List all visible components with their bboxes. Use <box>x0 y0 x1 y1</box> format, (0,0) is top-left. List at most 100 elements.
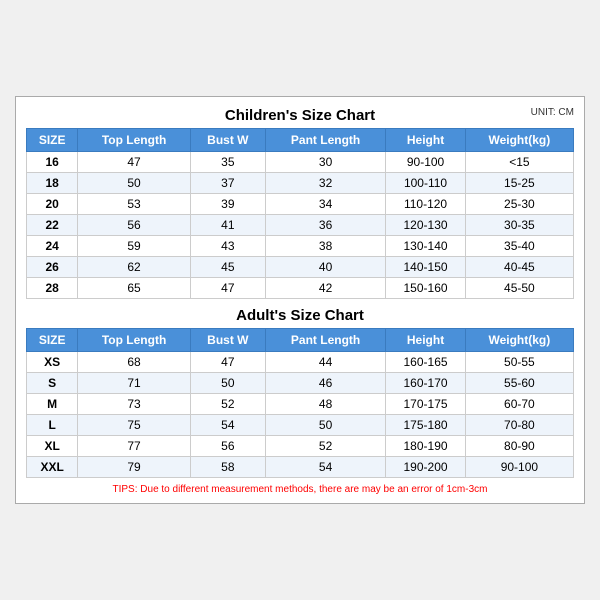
table-cell: M <box>27 394 78 415</box>
table-cell: 55-60 <box>465 373 573 394</box>
table-cell: 65 <box>78 278 191 299</box>
table-cell: 160-165 <box>386 352 465 373</box>
table-cell: 39 <box>190 194 265 215</box>
table-cell: L <box>27 415 78 436</box>
adult-section: Adult's Size Chart SIZE Top Length Bust … <box>26 307 574 478</box>
table-cell: 37 <box>190 173 265 194</box>
children-header-row: SIZE Top Length Bust W Pant Length Heigh… <box>27 129 574 152</box>
table-cell: 25-30 <box>465 194 573 215</box>
children-table-body: 1647353090-100<1518503732100-11015-25205… <box>27 152 574 299</box>
adult-table-body: XS684744160-16550-55S715046160-17055-60M… <box>27 352 574 478</box>
table-row: 26624540140-15040-45 <box>27 257 574 278</box>
children-table: SIZE Top Length Bust W Pant Length Heigh… <box>26 128 574 299</box>
table-cell: 90-100 <box>465 457 573 478</box>
table-cell: 30 <box>265 152 385 173</box>
table-cell: 30-35 <box>465 215 573 236</box>
table-cell: 44 <box>265 352 385 373</box>
table-cell: 54 <box>190 415 265 436</box>
adult-title-row: Adult's Size Chart <box>26 307 574 324</box>
table-cell: 35 <box>190 152 265 173</box>
table-cell: 26 <box>27 257 78 278</box>
adult-col-bust: Bust W <box>190 329 265 352</box>
table-row: XXL795854190-20090-100 <box>27 457 574 478</box>
table-cell: 130-140 <box>386 236 465 257</box>
table-cell: 35-40 <box>465 236 573 257</box>
table-cell: 22 <box>27 215 78 236</box>
table-cell: 20 <box>27 194 78 215</box>
table-cell: 150-160 <box>386 278 465 299</box>
adult-title: Adult's Size Chart <box>236 307 364 324</box>
table-cell: 40-45 <box>465 257 573 278</box>
table-cell: 79 <box>78 457 191 478</box>
adult-col-height: Height <box>386 329 465 352</box>
table-cell: 56 <box>190 436 265 457</box>
table-cell: 54 <box>265 457 385 478</box>
table-row: L755450175-18070-80 <box>27 415 574 436</box>
table-row: 28654742150-16045-50 <box>27 278 574 299</box>
table-cell: 120-130 <box>386 215 465 236</box>
table-cell: 52 <box>265 436 385 457</box>
table-cell: 47 <box>190 278 265 299</box>
table-cell: 180-190 <box>386 436 465 457</box>
table-cell: 70-80 <box>465 415 573 436</box>
table-cell: 62 <box>78 257 191 278</box>
children-col-size: SIZE <box>27 129 78 152</box>
children-title-row: Children's Size Chart UNIT: CM <box>26 107 574 124</box>
table-cell: 50 <box>78 173 191 194</box>
table-cell: 58 <box>190 457 265 478</box>
table-row: XS684744160-16550-55 <box>27 352 574 373</box>
children-col-weight: Weight(kg) <box>465 129 573 152</box>
table-cell: 68 <box>78 352 191 373</box>
table-cell: 110-120 <box>386 194 465 215</box>
adult-col-pant-length: Pant Length <box>265 329 385 352</box>
table-cell: 47 <box>190 352 265 373</box>
table-cell: S <box>27 373 78 394</box>
table-cell: 34 <box>265 194 385 215</box>
table-cell: 53 <box>78 194 191 215</box>
table-cell: 160-170 <box>386 373 465 394</box>
table-cell: 40 <box>265 257 385 278</box>
table-row: 22564136120-13030-35 <box>27 215 574 236</box>
table-cell: 56 <box>78 215 191 236</box>
table-cell: 42 <box>265 278 385 299</box>
table-cell: 41 <box>190 215 265 236</box>
table-cell: 60-70 <box>465 394 573 415</box>
table-cell: 59 <box>78 236 191 257</box>
chart-container: Children's Size Chart UNIT: CM SIZE Top … <box>15 96 585 504</box>
table-cell: <15 <box>465 152 573 173</box>
table-cell: XS <box>27 352 78 373</box>
table-cell: 15-25 <box>465 173 573 194</box>
children-title: Children's Size Chart <box>225 107 375 124</box>
table-cell: 50 <box>190 373 265 394</box>
adult-col-size: SIZE <box>27 329 78 352</box>
table-cell: 71 <box>78 373 191 394</box>
table-cell: XXL <box>27 457 78 478</box>
table-cell: 47 <box>78 152 191 173</box>
table-cell: 28 <box>27 278 78 299</box>
tips-text: TIPS: Due to different measurement metho… <box>26 484 574 495</box>
table-cell: 18 <box>27 173 78 194</box>
table-cell: 45-50 <box>465 278 573 299</box>
children-col-top-length: Top Length <box>78 129 191 152</box>
children-col-pant-length: Pant Length <box>265 129 385 152</box>
table-cell: 175-180 <box>386 415 465 436</box>
table-cell: XL <box>27 436 78 457</box>
table-cell: 43 <box>190 236 265 257</box>
children-col-bust: Bust W <box>190 129 265 152</box>
table-cell: 48 <box>265 394 385 415</box>
table-cell: 16 <box>27 152 78 173</box>
table-cell: 190-200 <box>386 457 465 478</box>
table-cell: 170-175 <box>386 394 465 415</box>
table-row: 20533934110-12025-30 <box>27 194 574 215</box>
adult-table: SIZE Top Length Bust W Pant Length Heigh… <box>26 328 574 478</box>
table-cell: 73 <box>78 394 191 415</box>
table-row: M735248170-17560-70 <box>27 394 574 415</box>
unit-label: UNIT: CM <box>531 107 574 118</box>
adult-col-weight: Weight(kg) <box>465 329 573 352</box>
table-cell: 38 <box>265 236 385 257</box>
table-row: S715046160-17055-60 <box>27 373 574 394</box>
table-row: 24594338130-14035-40 <box>27 236 574 257</box>
table-row: 1647353090-100<15 <box>27 152 574 173</box>
adult-header-row: SIZE Top Length Bust W Pant Length Heigh… <box>27 329 574 352</box>
table-cell: 80-90 <box>465 436 573 457</box>
